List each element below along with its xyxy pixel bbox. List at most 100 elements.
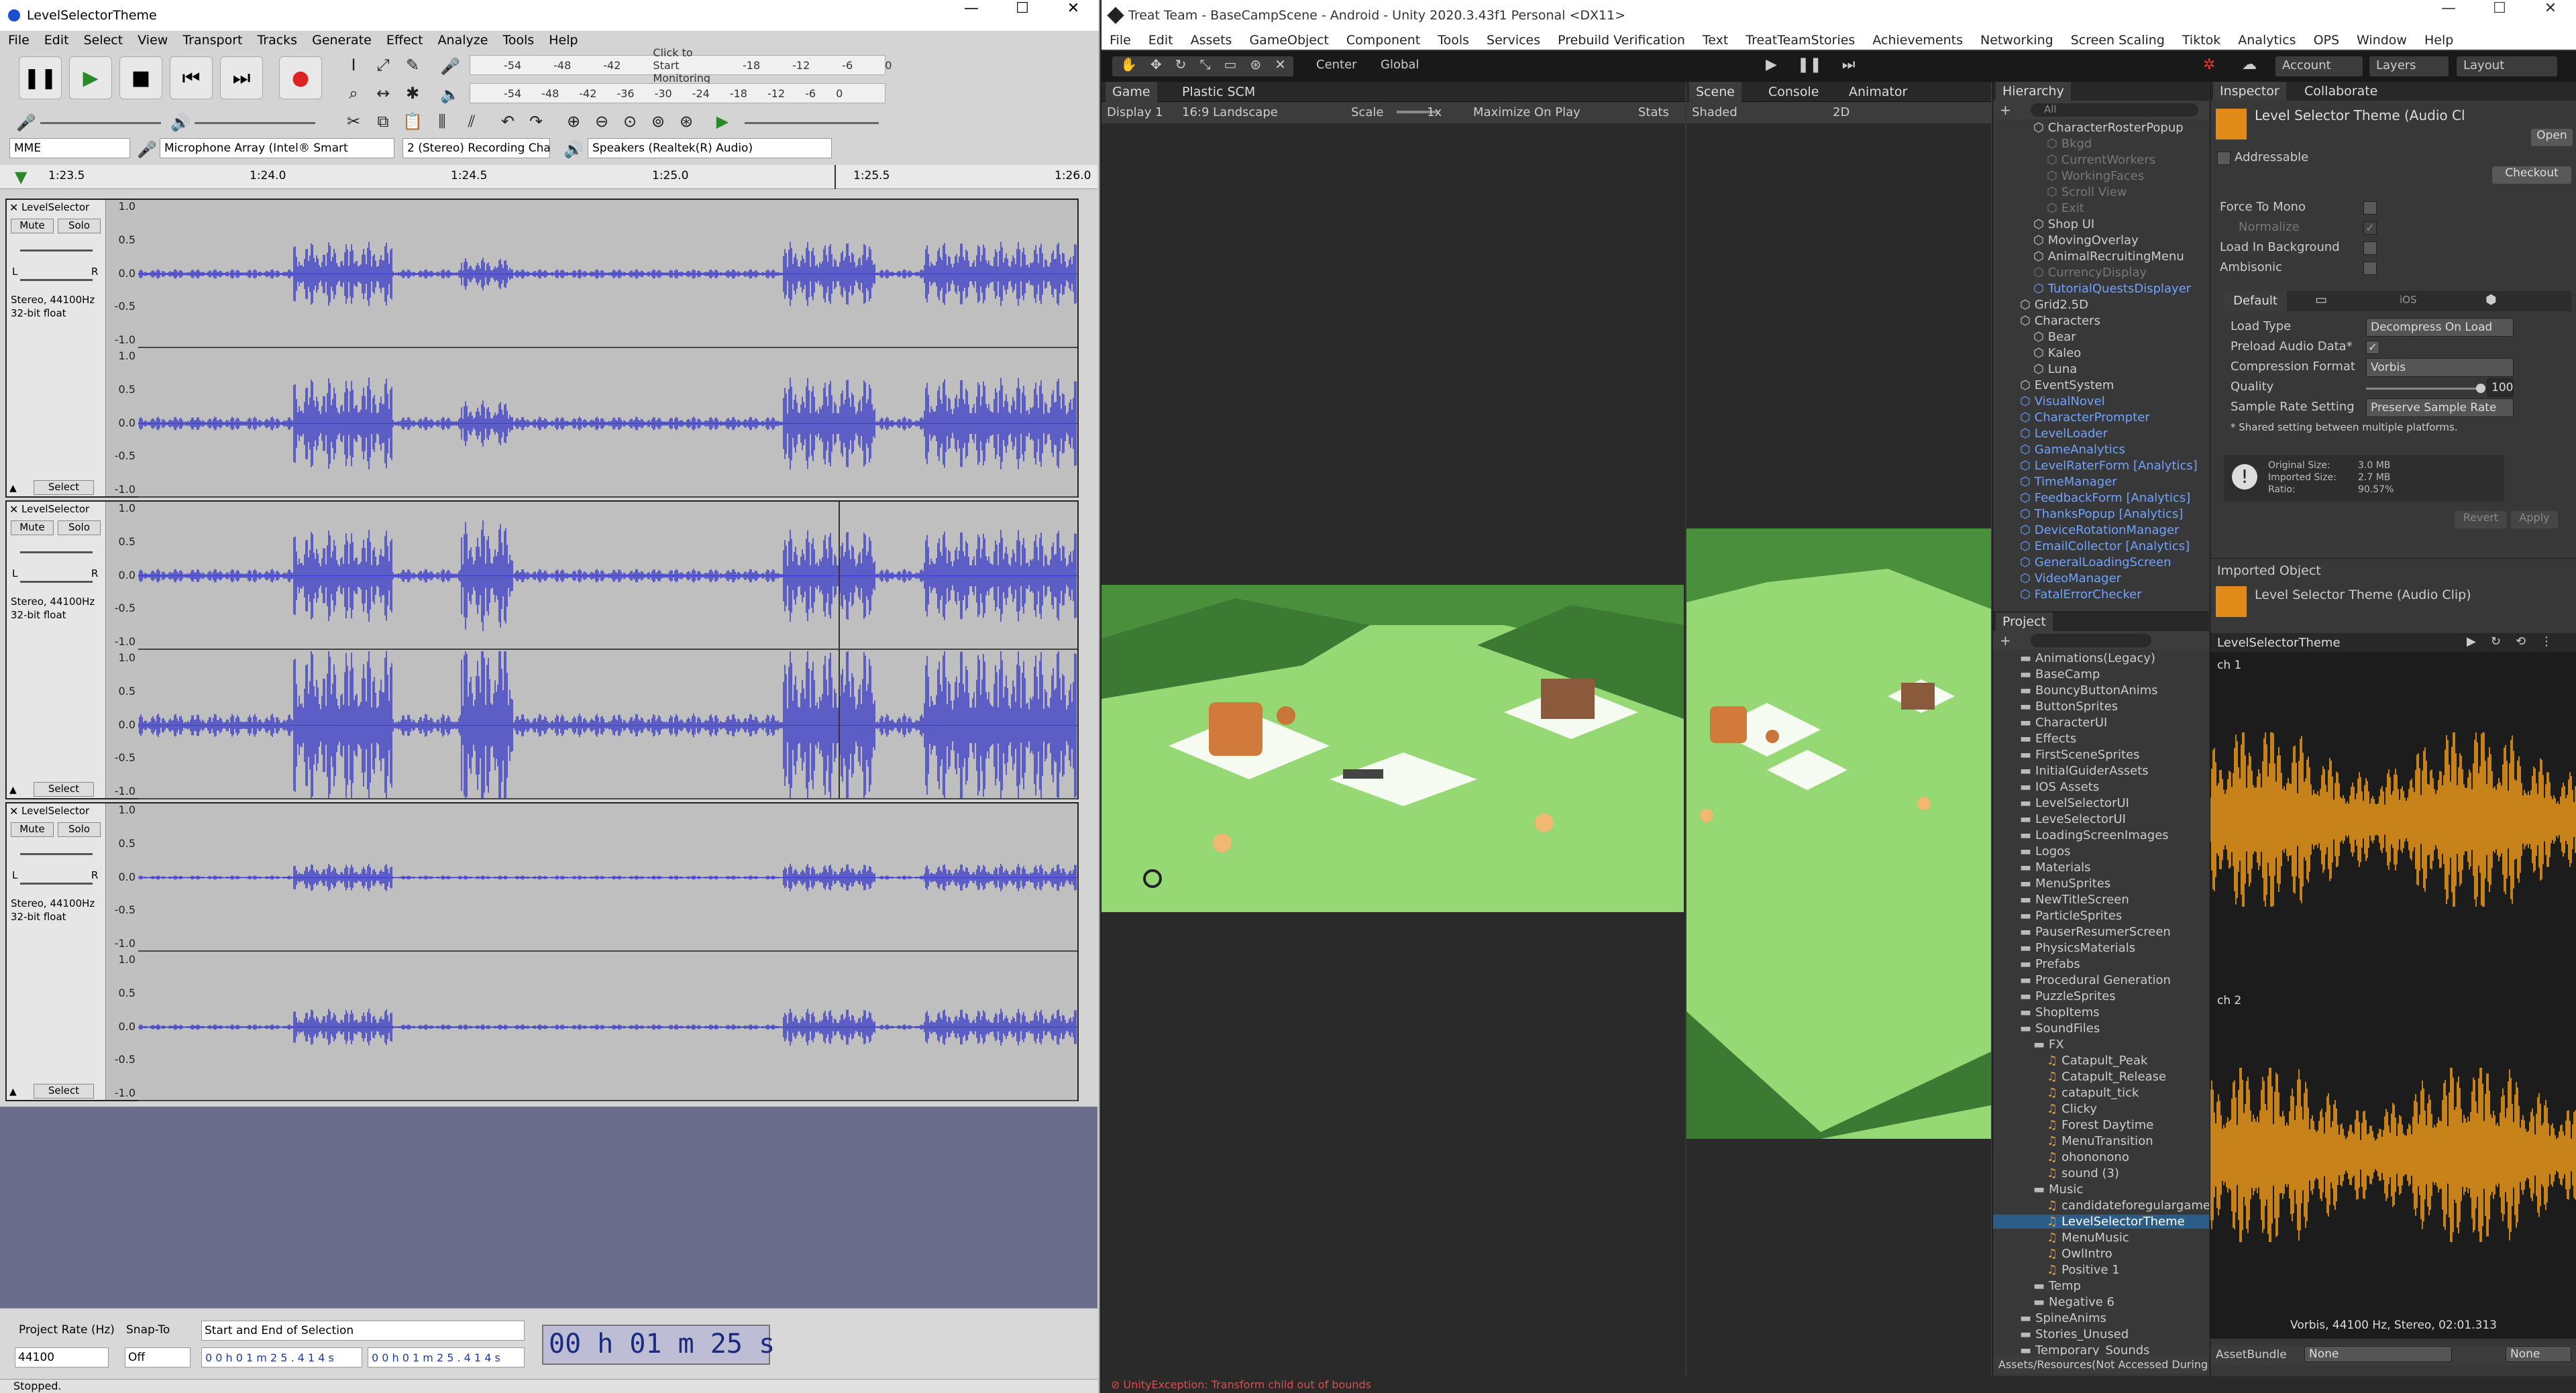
tab-console[interactable]: Console (1762, 82, 1825, 102)
playback-meter[interactable]: -54 -48 -42 -36 -30 -24 -18 -12 -6 0 (470, 83, 885, 103)
hierarchy-item[interactable]: ⬡ EventSystem (2020, 378, 2114, 392)
hierarchy-item[interactable]: ⬡ Bkgd (2047, 137, 2092, 151)
pivot-center-toggle[interactable]: Center (1316, 58, 1357, 72)
menu-help[interactable]: Help (549, 33, 578, 48)
play-mode-icon[interactable]: ▶ (1766, 56, 1777, 73)
waveform-channel[interactable] (138, 200, 1077, 348)
record-meter[interactable]: -54 -48 -42 Click to Start Monitoring -18 -12… (470, 46, 892, 85)
audio-position-display[interactable]: 00 h 01 m 25 s (542, 1325, 775, 1365)
project-folder[interactable]: ▬ LeveSelectorUI (1993, 812, 2209, 826)
play-speed-slider[interactable] (745, 122, 879, 124)
unity-menu-tools[interactable]: Tools (1438, 33, 1469, 48)
track-close-icon[interactable]: ✕ (9, 805, 18, 818)
hierarchy-item[interactable]: ⬡ Bear (2033, 330, 2076, 344)
project-folder[interactable]: ▬ CharacterUI (1993, 716, 2209, 730)
project-add-icon[interactable]: + (2000, 632, 2011, 649)
gain-slider[interactable] (20, 249, 93, 252)
stats-toggle[interactable]: Stats (1638, 105, 1669, 119)
audio-track[interactable]: ✕ LevelSelector Mute Solo L R Stereo, 44100Hz 3… (5, 199, 1079, 498)
record-meter-mic-icon[interactable]: 🎤 (437, 54, 463, 79)
solo-button[interactable]: Solo (58, 520, 101, 535)
gain-slider[interactable] (20, 551, 93, 553)
fit-selection-icon[interactable]: ⊙ (617, 109, 643, 134)
pan-slider[interactable] (20, 883, 93, 885)
hierarchy-item[interactable]: ⬡ AnimalRecruitingMenu (2033, 249, 2184, 264)
project-folder[interactable]: ▬ FX (1993, 1038, 2209, 1052)
menu-generate[interactable]: Generate (312, 33, 372, 48)
preview-autoplay-icon[interactable]: ↻ (2491, 634, 2501, 649)
waveform-channel[interactable] (138, 953, 1077, 1101)
project-folder[interactable]: ▬ IOS Assets (1993, 780, 2209, 794)
hierarchy-item[interactable]: ⬡ ThanksPopup [Analytics] (2020, 507, 2183, 521)
track-close-icon[interactable]: ✕ (9, 503, 18, 516)
project-folder[interactable]: ▬ Music (1993, 1182, 2209, 1196)
collab-icon[interactable]: ✲ (2203, 56, 2215, 73)
select-button[interactable]: Select (34, 782, 94, 797)
quality-field[interactable]: 100 (2487, 378, 2514, 397)
display-select[interactable]: Display 1 (1107, 105, 1163, 119)
project-asset[interactable]: ♫ LevelSelectorTheme (1993, 1215, 2209, 1229)
project-folder[interactable]: ▬ PhysicsMaterials (1993, 941, 2209, 955)
force-to-mono-checkbox[interactable] (2363, 201, 2377, 215)
play-at-speed-icon[interactable]: ▶ (710, 109, 735, 134)
custom-tool-icon[interactable]: ✕ (1275, 56, 1286, 76)
project-folder[interactable]: ▬ ParticleSprites (1993, 909, 2209, 923)
project-folder[interactable]: ▬ BaseCamp (1993, 667, 2209, 681)
hierarchy-item[interactable]: ⬡ FeedbackForm [Analytics] (2020, 491, 2190, 505)
record-button[interactable]: ● (279, 56, 322, 99)
compression-format-dropdown[interactable]: Vorbis (2366, 358, 2514, 377)
project-asset[interactable]: ♫ catapult_tick (1993, 1086, 2209, 1100)
snap-to-select[interactable]: Off (125, 1347, 191, 1368)
menu-effect[interactable]: Effect (386, 33, 423, 48)
platform-ios-icon[interactable]: iOS (2400, 294, 2417, 306)
layout-dropdown[interactable]: Layout (2457, 56, 2557, 76)
layers-dropdown[interactable]: Layers (2369, 56, 2449, 76)
project-folder[interactable]: ▬ LevelSelectorUI (1993, 796, 2209, 810)
hierarchy-item[interactable]: ⬡ TimeManager (2020, 475, 2117, 489)
unity-menu-screen-scaling[interactable]: Screen Scaling (2071, 33, 2165, 48)
project-asset[interactable]: ♫ Positive 1 (1993, 1263, 2209, 1277)
project-folder[interactable]: ▬ Animations(Legacy) (1993, 651, 2209, 665)
unity-menu-treatteamstories[interactable]: TreatTeamStories (1746, 33, 1855, 48)
unity-menu-gameobject[interactable]: GameObject (1249, 33, 1328, 48)
menu-view[interactable]: View (138, 33, 168, 48)
waveform-preview[interactable]: ch 1 ch 2 Vorbis, 44100 Hz, Stereo, 02:0… (2210, 652, 2576, 1339)
project-folder[interactable]: ▬ PauserResumerScreen (1993, 925, 2209, 939)
hierarchy-search-input[interactable]: All (2031, 103, 2198, 117)
empty-track-area[interactable] (0, 1107, 1097, 1308)
project-asset[interactable]: ♫ sound (3) (1993, 1166, 2209, 1180)
project-folder[interactable]: ▬ Temp (1993, 1279, 2209, 1293)
console-error-message[interactable]: UnityException: Transform child out of b… (1124, 1378, 1372, 1391)
tab-hierarchy[interactable]: Hierarchy (1996, 82, 2071, 101)
preload-audio-data-checkbox[interactable]: ✓ (2366, 341, 2379, 354)
unity-menu-achievements[interactable]: Achievements (1872, 33, 1963, 48)
tab-project[interactable]: Project (1996, 612, 2053, 631)
unity-menu-prebuild-verification[interactable]: Prebuild Verification (1558, 33, 1685, 48)
trim-icon[interactable]: ⫼ (429, 109, 455, 134)
track-name[interactable]: LevelSelector (21, 805, 89, 817)
project-folder[interactable]: ▬ NewTitleScreen (1993, 893, 2209, 907)
selection-start-field[interactable]: 0 0 h 0 1 m 2 5 . 4 1 4 s (201, 1347, 362, 1368)
aspect-select[interactable]: 16:9 Landscape (1182, 105, 1278, 119)
hand-tool-icon[interactable]: ✋ (1120, 56, 1137, 76)
unity-maximize-icon[interactable]: ☐ (2474, 0, 2525, 17)
audio-track[interactable]: ✕ LevelSelector Mute Solo L R Stereo, 44100Hz 3… (5, 802, 1079, 1101)
project-asset[interactable]: ♫ OwlIntro (1993, 1247, 2209, 1261)
hierarchy-item[interactable]: ⬡ Scroll View (2047, 185, 2127, 199)
play-button[interactable]: ▶ (69, 56, 112, 99)
project-folder[interactable]: ▬ MenuSprites (1993, 877, 2209, 891)
collapse-icon[interactable]: ▲ (9, 483, 17, 494)
paste-icon[interactable]: 📋 (400, 109, 425, 134)
quality-slider-knob[interactable] (2476, 384, 2485, 393)
solo-button[interactable]: Solo (58, 822, 101, 837)
unity-menu-services[interactable]: Services (1487, 33, 1540, 48)
hierarchy-item[interactable]: ⬡ CurrentWorkers (2047, 153, 2155, 167)
minimize-icon[interactable]: — (946, 0, 997, 17)
project-asset[interactable]: ♫ Clicky (1993, 1102, 2209, 1116)
hierarchy-item[interactable]: ⬡ DeviceRotationManager (2020, 523, 2179, 537)
unity-menu-component[interactable]: Component (1346, 33, 1420, 48)
project-search-input[interactable] (2031, 634, 2151, 647)
timeline-ruler[interactable]: ▼ 1:23.5 1:24.0 1:24.5 1:25.0 1:25.5 1:26.0 (0, 165, 1097, 189)
unity-menu-assets[interactable]: Assets (1191, 33, 1232, 48)
hierarchy-item[interactable]: ⬡ CurrencyDisplay (2033, 266, 2147, 280)
